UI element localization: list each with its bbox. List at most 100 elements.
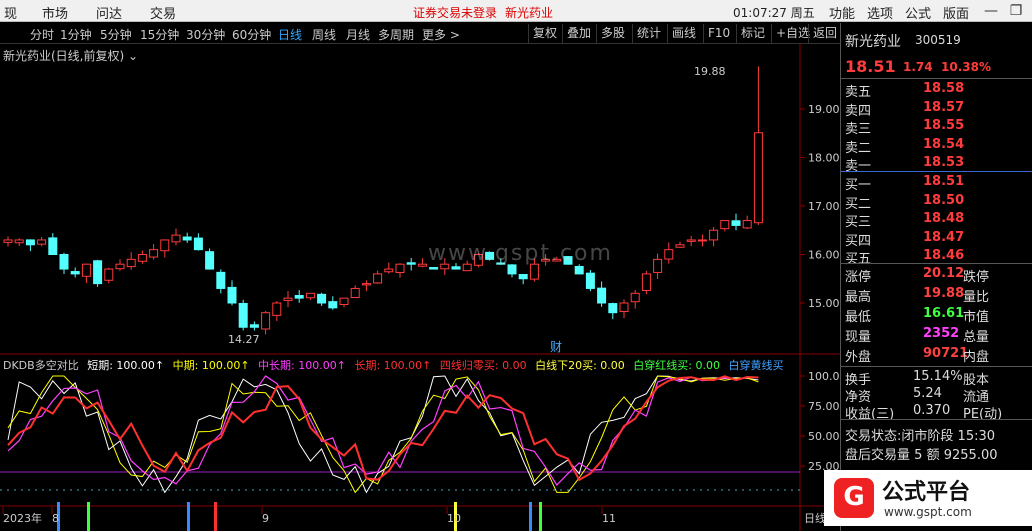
candle-body bbox=[216, 271, 226, 289]
signal-bar bbox=[214, 502, 217, 531]
candle-body bbox=[339, 297, 349, 306]
param-long: 长期: 100.00↑ bbox=[354, 359, 432, 372]
date-label: 9 bbox=[262, 512, 269, 525]
menu-formula[interactable]: 公式 bbox=[905, 3, 931, 22]
candle-body bbox=[14, 239, 24, 244]
candle-body bbox=[238, 302, 248, 328]
stat-row: 最低 16.61 市值 bbox=[845, 306, 990, 325]
quote-panel: 新光药业 300519 18.51 1.74 10.38% 卖五 18.58 卖四 1… bbox=[840, 23, 1032, 531]
stat-row: 涨停 20.12 跌停 bbox=[845, 266, 990, 285]
indicator-line bbox=[7, 375, 759, 482]
quote-code: 300519 bbox=[915, 33, 961, 47]
candle-body bbox=[451, 266, 461, 270]
btn-stats[interactable]: 统计 bbox=[632, 24, 661, 43]
trade-status: 交易状态:闭市阶段 15:30 bbox=[845, 429, 996, 444]
period-more[interactable]: 更多 > bbox=[422, 26, 460, 43]
menu-item-market[interactable]: 市场 bbox=[42, 3, 68, 22]
period-weekly[interactable]: 周线 bbox=[312, 26, 336, 43]
signal-bar bbox=[539, 502, 542, 531]
candle-body bbox=[630, 292, 640, 303]
buy-row: 买四 18.47 bbox=[845, 229, 965, 249]
menu-item-wenda[interactable]: 问达 bbox=[96, 3, 122, 22]
brand-watermark: 公式平台 www.gspt.com bbox=[824, 470, 1032, 526]
menu-options[interactable]: 选项 bbox=[867, 3, 893, 22]
candlestick-series bbox=[3, 66, 763, 335]
quote-name: 新光药业 bbox=[845, 34, 901, 50]
candle-body bbox=[720, 220, 730, 230]
candle-body bbox=[686, 239, 696, 242]
indicator-name[interactable]: DKDB多空对比 bbox=[3, 359, 79, 372]
candle-body bbox=[585, 272, 595, 289]
candle-body bbox=[149, 249, 159, 258]
candle-body bbox=[205, 251, 215, 270]
sell-row: 卖五 18.58 bbox=[845, 81, 965, 100]
period-monthly[interactable]: 月线 bbox=[346, 26, 370, 43]
kline-chart[interactable]: 19.00 18.00 17.00 16.00 15.00 19.88 14.27 财 100.… bbox=[0, 44, 840, 531]
btn-fuquan[interactable]: 复权 bbox=[528, 24, 557, 43]
price-tick: 15.00 bbox=[808, 297, 840, 310]
period-30min[interactable]: 30分钟 bbox=[186, 26, 225, 43]
period-1min[interactable]: 1分钟 bbox=[60, 26, 92, 43]
candle-body bbox=[653, 258, 663, 273]
menu-layout[interactable]: 版面 bbox=[943, 3, 969, 22]
period-5min[interactable]: 5分钟 bbox=[100, 26, 132, 43]
login-notice[interactable]: 证券交易未登录 bbox=[413, 4, 497, 21]
price-tick: 18.00 bbox=[808, 152, 840, 165]
brand-name: 公式平台 bbox=[882, 480, 971, 505]
candle-body bbox=[395, 263, 405, 274]
minimize-button[interactable]: — bbox=[979, 1, 1003, 21]
period-multi[interactable]: 多周期 bbox=[378, 26, 414, 43]
candle-body bbox=[160, 239, 170, 252]
signal-bar bbox=[87, 502, 90, 531]
btn-draw[interactable]: 画线 bbox=[667, 24, 696, 43]
btn-mark[interactable]: 标记 bbox=[736, 24, 765, 43]
candle-body bbox=[294, 295, 304, 299]
candle-body bbox=[373, 273, 383, 284]
candle-body bbox=[574, 265, 584, 275]
candle-body bbox=[81, 263, 91, 277]
indicator-tick: 100.0 bbox=[808, 370, 840, 383]
menu-item-xian[interactable]: 现 bbox=[4, 3, 17, 22]
candle-body bbox=[171, 234, 181, 243]
maximize-button[interactable]: ❐ bbox=[1004, 1, 1028, 21]
candle-body bbox=[317, 293, 327, 304]
clock: 01:07:27 周五 bbox=[733, 6, 815, 20]
candle-body bbox=[93, 260, 103, 285]
date-label: 2023年 bbox=[3, 511, 42, 525]
candle-body bbox=[417, 263, 427, 267]
candle-body bbox=[664, 249, 674, 260]
signal-bar bbox=[529, 502, 532, 531]
period-indicator: 日线 bbox=[804, 511, 826, 525]
candle-body bbox=[48, 237, 58, 255]
period-60min[interactable]: 60分钟 bbox=[232, 26, 271, 43]
finance-marker[interactable]: 财 bbox=[550, 340, 562, 354]
btn-overlay[interactable]: 叠加 bbox=[562, 24, 591, 43]
candle-body bbox=[361, 283, 371, 286]
candle-body bbox=[753, 132, 763, 224]
period-fenshi[interactable]: 分时 bbox=[30, 26, 54, 43]
btn-add-watchlist[interactable]: +自选 bbox=[771, 24, 810, 43]
candle-body bbox=[59, 254, 69, 270]
btn-back[interactable]: 返回 bbox=[808, 24, 837, 43]
indicator-tick: 75.00 bbox=[808, 400, 840, 413]
btn-multistock[interactable]: 多股 bbox=[596, 24, 625, 43]
candle-body bbox=[518, 274, 528, 280]
quote-change: 1.74 bbox=[903, 60, 933, 74]
candle-body bbox=[608, 303, 618, 314]
candle-body bbox=[261, 312, 271, 330]
period-daily[interactable]: 日线 bbox=[278, 26, 302, 43]
app-window: 现 市场 问达 交易 证券交易未登录 新光药业 01:07:27 周五 功能 选… bbox=[0, 0, 1032, 531]
btn-f10[interactable]: F10 bbox=[703, 24, 730, 43]
brand-url: www.gspt.com bbox=[884, 505, 972, 519]
signal-bar bbox=[187, 502, 190, 531]
period-15min[interactable]: 15分钟 bbox=[140, 26, 179, 43]
candle-body bbox=[675, 244, 685, 248]
menu-item-trade[interactable]: 交易 bbox=[150, 3, 176, 22]
candle-body bbox=[384, 268, 394, 273]
candle-body bbox=[529, 263, 539, 280]
candle-body bbox=[25, 239, 35, 246]
menu-function[interactable]: 功能 bbox=[829, 3, 855, 22]
candle-body bbox=[137, 254, 147, 262]
stat-row: 外盘 90721 内盘 bbox=[845, 346, 990, 365]
buy-row: 买五 18.46 bbox=[845, 248, 965, 267]
